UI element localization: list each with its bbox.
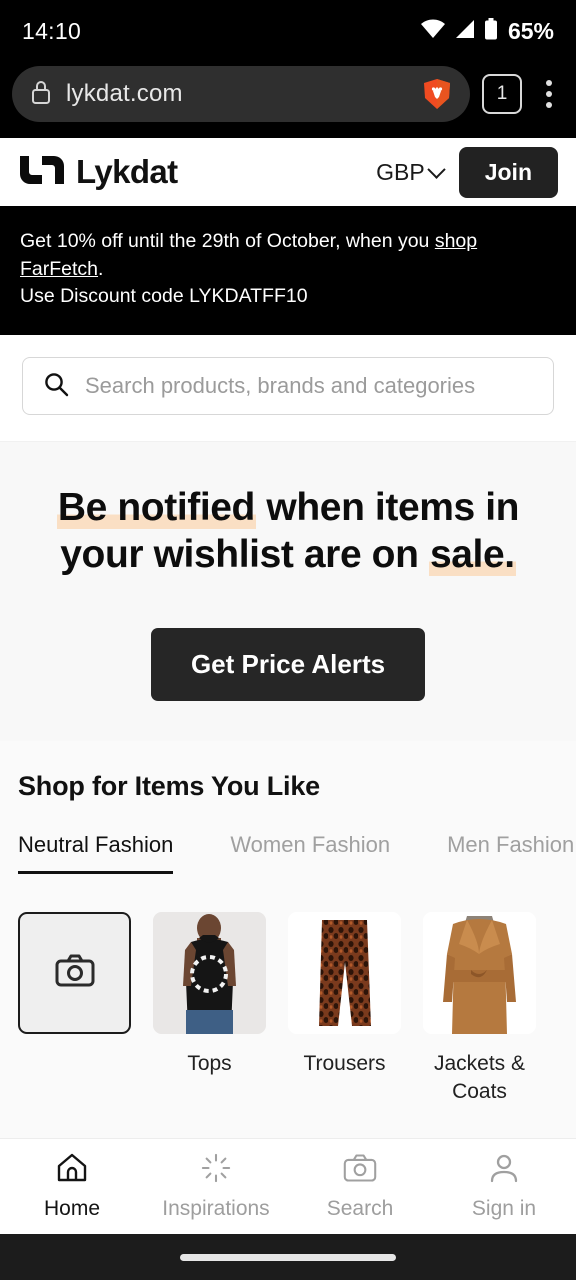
camera-icon — [55, 954, 95, 993]
nav-item-search[interactable]: Search — [288, 1153, 432, 1221]
promo-text-before: Get 10% off until the 29th of October, w… — [20, 230, 435, 252]
camera-icon — [343, 1153, 377, 1188]
category-image-trousers — [288, 912, 401, 1035]
category-label-jackets-coats: Jackets & Coats — [433, 1052, 526, 1104]
category-card-tops[interactable]: Tops — [153, 912, 266, 1105]
kebab-menu-icon[interactable] — [534, 80, 564, 108]
category-image-jackets-coats — [423, 912, 536, 1035]
get-price-alerts-button[interactable]: Get Price Alerts — [150, 628, 426, 702]
lykdat-logo-icon — [18, 153, 66, 192]
category-label-trousers: Trousers — [303, 1052, 386, 1076]
nav-label-sign-in: Sign in — [471, 1196, 537, 1220]
browser-toolbar: lykdat.com 1 — [0, 62, 576, 138]
tab-counter[interactable]: 1 — [482, 74, 522, 114]
brand-logo[interactable]: Lykdat — [18, 153, 178, 192]
nav-item-sign-in[interactable]: Sign in — [432, 1153, 576, 1221]
currency-value: GBP — [376, 158, 425, 185]
person-icon — [489, 1153, 519, 1188]
chevron-down-icon — [427, 159, 446, 179]
status-time: 14:10 — [22, 17, 82, 44]
nav-item-home[interactable]: Home — [0, 1153, 144, 1221]
status-icons: 65% — [420, 17, 554, 45]
android-gesture-bar — [0, 1234, 576, 1280]
tab-women-fashion[interactable]: Women Fashion — [230, 832, 390, 874]
nav-label-search: Search — [326, 1196, 394, 1220]
url-text: lykdat.com — [66, 80, 183, 107]
header-actions: GBP Join — [376, 146, 558, 198]
hero-highlight-1: Be notified — [56, 486, 256, 530]
image-upload-tile[interactable] — [18, 912, 131, 1035]
wifi-icon — [420, 19, 446, 44]
status-bar: 14:10 65% — [0, 0, 576, 62]
gesture-pill[interactable] — [180, 1253, 396, 1261]
cell-signal-icon — [454, 19, 476, 44]
join-button[interactable]: Join — [458, 146, 558, 198]
hero-highlight-2: sale. — [428, 533, 516, 577]
category-image-tops — [153, 912, 266, 1035]
nav-item-inspirations[interactable]: Inspirations — [144, 1153, 288, 1221]
home-icon — [56, 1153, 88, 1188]
shop-title: Shop for Items You Like — [18, 771, 320, 802]
hero-heading: Be notified when items in your wishlist … — [18, 484, 558, 578]
search-section: Search products, brands and categories — [0, 335, 576, 442]
search-input[interactable]: Search products, brands and categories — [22, 357, 554, 416]
tab-men-fashion[interactable]: Men Fashion — [447, 832, 574, 874]
hero-section: Be notified when items in your wishlist … — [0, 441, 576, 742]
category-card-jackets-coats[interactable]: Jackets & Coats — [423, 912, 536, 1105]
search-placeholder: Search products, brands and categories — [85, 373, 476, 399]
category-label-tops: Tops — [187, 1052, 232, 1076]
hero-line1-rest: when items — [255, 486, 475, 530]
brave-shield-icon[interactable] — [422, 78, 452, 110]
site-header: Lykdat GBP Join — [0, 138, 576, 206]
search-icon — [43, 371, 69, 402]
web-page: Lykdat GBP Join Get 10% off until the 29… — [0, 138, 576, 1234]
category-card-trousers[interactable]: Trousers — [288, 912, 401, 1105]
promo-discount-code: Use Discount code LYKDATFF10 — [20, 285, 308, 308]
address-bar[interactable]: lykdat.com — [12, 66, 470, 122]
currency-selector[interactable]: GBP — [376, 158, 446, 186]
battery-icon — [484, 17, 498, 45]
promo-banner: Get 10% off until the 29th of October, w… — [0, 206, 576, 336]
hero-cta-wrap: Get Price Alerts — [18, 628, 558, 702]
bottom-navigation: Home Inspirations Search Sign in — [0, 1138, 576, 1234]
phone-screen: 14:10 65% lykdat.com 1 Lykdat GBP Join G… — [0, 0, 576, 1280]
shop-section: Shop for Items You Like Neutral Fashion … — [0, 741, 576, 1138]
battery-percent: 65% — [507, 17, 554, 44]
brand-name: Lykdat — [76, 153, 178, 190]
category-card-list: Tops Trousers Jackets & Coats — [18, 912, 558, 1105]
category-tabs: Neutral Fashion Women Fashion Men Fashio… — [18, 832, 574, 875]
nav-label-inspirations: Inspirations — [162, 1196, 270, 1220]
nav-label-home: Home — [43, 1196, 101, 1220]
sparkle-burst-icon — [200, 1153, 232, 1188]
tab-neutral-fashion[interactable]: Neutral Fashion — [18, 832, 174, 875]
lock-icon — [30, 79, 52, 110]
image-upload-card[interactable] — [18, 912, 131, 1105]
promo-text-after: . — [98, 257, 104, 280]
